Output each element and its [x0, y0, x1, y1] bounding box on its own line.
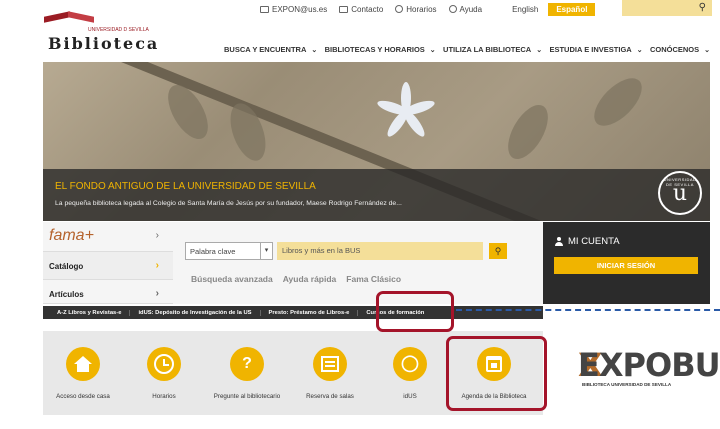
- top-utility-bar: EXPON@us.es Contacto Horarios Ayuda Engl…: [260, 0, 720, 18]
- service-acceso[interactable]: Acceso desde casa: [43, 347, 123, 400]
- service-reserva[interactable]: Reserva de salas: [295, 347, 365, 400]
- quick-links-bar: A-Z Libros y Revistas-e idUS: Depósito d…: [43, 306, 543, 319]
- catalog-search-input[interactable]: Libros y más en la BUS: [277, 242, 483, 260]
- page: EXPON@us.es Contacto Horarios Ayuda Engl…: [0, 0, 720, 429]
- catalog-item-articulos[interactable]: Artículos ›: [43, 280, 173, 304]
- help-icon: [448, 5, 457, 13]
- quick-link-az[interactable]: A-Z Libros y Revistas-e: [43, 309, 131, 316]
- fama-logo: fama+: [49, 227, 94, 244]
- service-idus[interactable]: ◯ idUS: [375, 347, 445, 400]
- chevron-right-icon: ›: [155, 288, 159, 299]
- search-type-select[interactable]: Palabra clave ▾: [185, 242, 273, 260]
- chevron-down-icon: ⌄: [636, 46, 643, 54]
- book-logo-icon: [44, 11, 96, 24]
- hours-link[interactable]: Horarios: [395, 5, 437, 14]
- nav-busca[interactable]: BUSCA Y ENCUENTRA ⌄: [224, 45, 317, 54]
- search-icon: ⚲: [494, 246, 502, 256]
- catalog-panel: fama+ › Catálogo › Artículos › Palabra c…: [43, 222, 543, 304]
- fama-classic-link[interactable]: Fama Clásico: [346, 274, 401, 284]
- annotation-dashed-line: [456, 309, 720, 311]
- logo-title: Biblioteca: [48, 34, 160, 53]
- clock-icon: [395, 5, 404, 13]
- nav-bibliotecas[interactable]: BIBLIOTECAS Y HORARIOS ⌄: [325, 45, 436, 54]
- service-horarios[interactable]: Horarios: [129, 347, 199, 400]
- chevron-right-icon: ›: [155, 230, 159, 241]
- chevron-down-icon: ⌄: [429, 46, 436, 54]
- university-seal-icon: UNIVERSIDAD DE SEVILLA u: [658, 171, 702, 215]
- chevron-down-icon: ⌄: [311, 46, 318, 54]
- open-access-icon: ◯: [401, 355, 419, 372]
- lang-english[interactable]: English: [512, 5, 538, 14]
- catalog-menu: fama+ › Catálogo › Artículos ›: [43, 222, 173, 304]
- hero-caption: EL FONDO ANTIGUO DE LA UNIVERSIDAD DE SE…: [43, 169, 710, 221]
- login-button[interactable]: INICIAR SESIÓN: [554, 257, 698, 274]
- highlight-box-cursos: [376, 291, 454, 332]
- account-panel: MI CUENTA INICIAR SESIÓN: [543, 222, 710, 304]
- chevron-right-icon: ›: [155, 260, 159, 271]
- calendar-list-icon: [321, 356, 339, 372]
- email-link[interactable]: EXPON@us.es: [260, 5, 327, 14]
- highlight-box-agenda: [446, 336, 547, 411]
- hero-banner[interactable]: EL FONDO ANTIGUO DE LA UNIVERSIDAD DE SE…: [43, 62, 710, 221]
- fama-item[interactable]: fama+ ›: [43, 222, 173, 252]
- service-pregunte[interactable]: ? Pregunte al bibliotecario: [203, 347, 291, 400]
- nav-estudia[interactable]: ESTUDIA E INVESTIGA ⌄: [549, 45, 642, 54]
- nav-utiliza[interactable]: UTILIZA LA BIBLIOTECA ⌄: [443, 45, 542, 54]
- search-icon[interactable]: ⚲: [699, 2, 706, 13]
- hero-title[interactable]: EL FONDO ANTIGUO DE LA UNIVERSIDAD DE SE…: [55, 181, 316, 192]
- home-icon: [74, 356, 92, 372]
- hero-subtitle: La pequeña biblioteca legada al Colegio …: [55, 200, 402, 207]
- quick-help-link[interactable]: Ayuda rápida: [283, 274, 337, 284]
- quick-link-idus[interactable]: idUS: Depósito de Investigación de la US: [130, 309, 261, 316]
- question-icon: ?: [242, 355, 252, 372]
- account-title: MI CUENTA: [555, 236, 620, 247]
- advanced-search-link[interactable]: Búsqueda avanzada: [191, 274, 273, 284]
- quick-link-presto[interactable]: Presto: Préstamo de Libros-e: [261, 309, 359, 316]
- lang-spanish[interactable]: Español: [548, 2, 596, 16]
- contact-link[interactable]: Contacto: [339, 5, 383, 14]
- search-button[interactable]: ⚲: [489, 243, 507, 259]
- expobus-logo[interactable]: X EXPOBUS BIBLIOTECA UNIVERSIDAD DE SEVI…: [578, 342, 720, 392]
- nav-conocenos[interactable]: CONÓCENOS ⌄: [650, 45, 710, 54]
- site-logo[interactable]: UNIVERSIDAD D SEVILLA Biblioteca: [44, 11, 157, 53]
- help-link[interactable]: Ayuda: [448, 5, 482, 14]
- contact-icon: [339, 5, 349, 13]
- chevron-down-icon: ⌄: [704, 46, 710, 54]
- search-links: Búsqueda avanzada Ayuda rápida Fama Clás…: [191, 274, 401, 284]
- logo-university: UNIVERSIDAD D SEVILLA: [88, 27, 149, 33]
- catalog-item-catalogo[interactable]: Catálogo ›: [43, 252, 173, 280]
- mail-icon: [260, 5, 269, 13]
- clock-icon: [154, 354, 174, 374]
- chevron-down-icon: ⌄: [536, 46, 543, 54]
- chevron-down-icon: ▾: [260, 243, 272, 259]
- main-nav: BUSCA Y ENCUENTRA ⌄ BIBLIOTECAS Y HORARIO…: [224, 45, 710, 54]
- flower-illustration: [373, 82, 437, 142]
- user-icon: [555, 237, 563, 246]
- top-search-input[interactable]: ⚲: [622, 0, 712, 16]
